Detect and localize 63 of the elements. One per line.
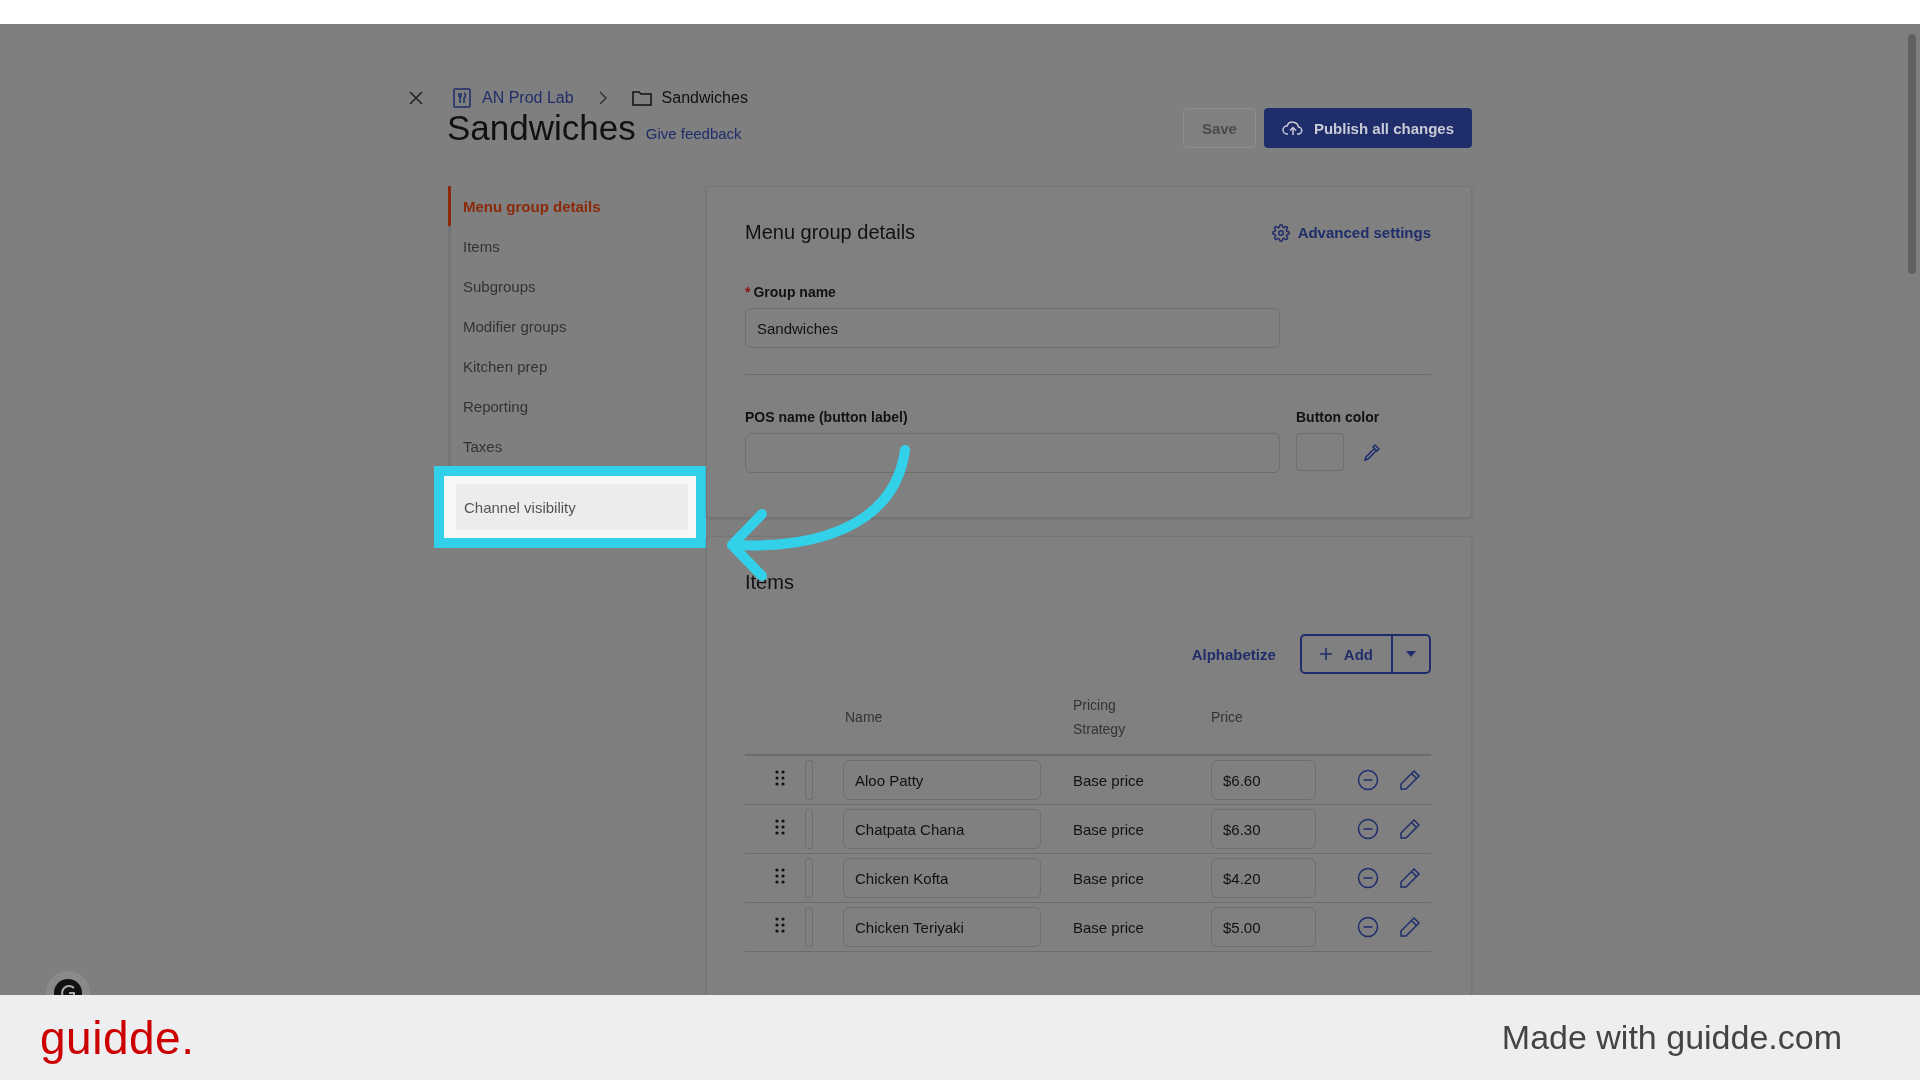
minus-circle-icon [1357, 916, 1379, 938]
item-name-field[interactable]: Chicken Teriyaki [843, 907, 1041, 947]
edit-button[interactable] [1399, 916, 1421, 938]
scrollbar[interactable] [1908, 34, 1916, 274]
minus-circle-icon [1357, 818, 1379, 840]
item-name-field[interactable]: Chatpata Chana [843, 809, 1041, 849]
page-title: Sandwiches [447, 108, 636, 148]
price-field[interactable]: $5.00 [1211, 907, 1316, 947]
pricing-cell-text: Base price [1073, 820, 1145, 838]
minus-circle-icon [1357, 867, 1379, 889]
credit-text: Made with guidde.com [1501, 1018, 1842, 1057]
edit-button[interactable] [1399, 867, 1421, 889]
cloud-upload-icon [1281, 119, 1304, 137]
chevron-right-icon [597, 91, 608, 105]
advanced-settings-link[interactable]: Advanced settings [1271, 223, 1431, 242]
field-label: POS name (button label) [745, 409, 909, 425]
field-label: * Group name [745, 284, 837, 300]
drag-handle-icon[interactable] [775, 819, 785, 835]
edit-button[interactable] [1399, 769, 1421, 791]
pos-name-field[interactable] [745, 433, 1280, 473]
drag-handle-icon[interactable] [775, 868, 785, 884]
publish-button[interactable]: Publish all changes [1263, 108, 1472, 148]
brand-logo: guidde. [40, 1010, 195, 1065]
minus-circle-icon [1357, 769, 1379, 791]
utensils-icon [452, 88, 472, 108]
pricing-cell-text: Base price [1073, 869, 1145, 887]
alphabetize-link[interactable]: Alphabetize [1191, 645, 1276, 663]
price-field[interactable]: $4.20 [1211, 858, 1316, 898]
breadcrumb-link[interactable]: Sandwiches [661, 89, 748, 107]
pencil-icon [1399, 867, 1421, 889]
breadcrumb-link[interactable]: AN Prod Lab [482, 89, 574, 107]
plus-icon [1319, 648, 1332, 660]
pricing-cell-text: Base price [1073, 918, 1145, 936]
item-name-field[interactable]: Chicken Kofta [843, 858, 1041, 898]
give-feedback-link[interactable]: Give feedback [645, 124, 742, 142]
required-mark: * [745, 284, 751, 300]
drag-handle-icon[interactable] [775, 770, 785, 786]
price-field[interactable]: $6.30 [1211, 809, 1316, 849]
column-header: Name [844, 708, 884, 727]
group-name-field[interactable]: Sandwiches [745, 308, 1280, 348]
price-field[interactable]: $6.60 [1211, 760, 1316, 800]
section-title: Menu group details [745, 221, 916, 244]
remove-button[interactable] [1357, 818, 1379, 840]
column-header: Price [1211, 708, 1244, 727]
pencil-icon [1399, 769, 1421, 791]
caret-icon [1406, 651, 1416, 657]
close-icon[interactable] [408, 90, 424, 106]
column-header: Pricing Strategy [1073, 696, 1127, 739]
item-name-field[interactable]: Aloo Patty [843, 760, 1041, 800]
remove-button[interactable] [1357, 867, 1379, 889]
pencil-icon [1399, 818, 1421, 840]
folder-icon [631, 89, 652, 107]
section-title: Items [745, 571, 795, 594]
pricing-cell-text: Base price [1073, 771, 1145, 789]
drag-handle-icon[interactable] [775, 917, 785, 933]
remove-button[interactable] [1357, 916, 1379, 938]
pencil-icon [1399, 916, 1421, 938]
edit-button[interactable] [1399, 818, 1421, 840]
settings-icon [1271, 223, 1290, 242]
eyedropper-icon[interactable] [1362, 442, 1382, 462]
field-label: Button color [1296, 409, 1381, 425]
remove-button[interactable] [1357, 769, 1379, 791]
sidebar-item[interactable]: Channel visibility [456, 484, 688, 530]
